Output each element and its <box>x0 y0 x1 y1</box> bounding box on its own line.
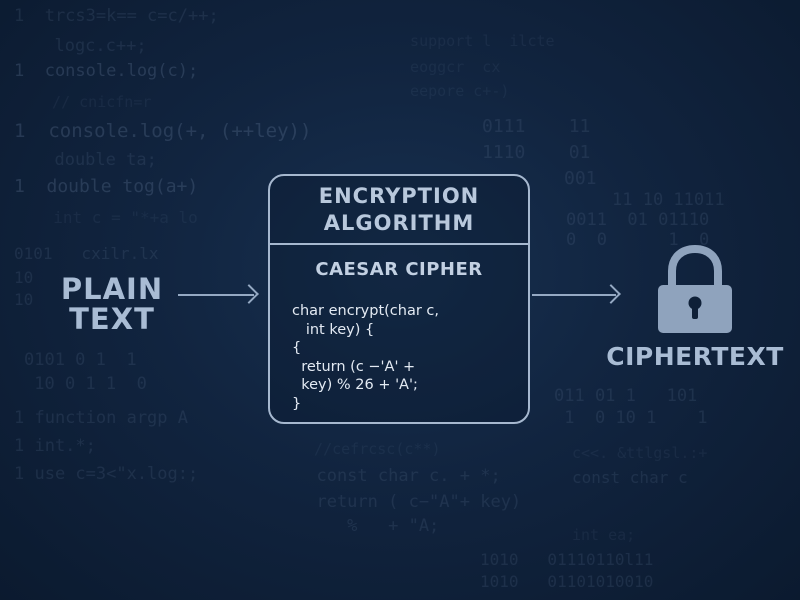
background-code-text: const char c <box>572 468 688 487</box>
background-code-text: 1 0 10 1 1 <box>554 408 708 428</box>
background-code-text: //cefrcsc(c**) <box>296 440 441 458</box>
background-code-text: return ( c−"A"+ key) <box>296 492 522 512</box>
background-code-text: double ta; <box>34 150 157 170</box>
background-code-text: int ea; <box>572 526 636 544</box>
background-code-text: 1 double tog(a+) <box>14 176 199 197</box>
background-code-text: eepore c+-) <box>392 82 510 100</box>
background-code-text: 10 <box>14 290 34 309</box>
background-code-text: support l ilcte <box>392 32 555 50</box>
background-code-text: 11 10 11011 <box>612 190 725 210</box>
background-code-text: 0111 11 <box>482 116 591 137</box>
background-code-text: 1 trcs3=k== c=c/++; <box>14 6 219 26</box>
ciphertext-label: CIPHERTEXT <box>606 342 784 371</box>
code-line: return (c −'A' + <box>292 358 416 375</box>
background-code-text: 0101 cxilr.lx <box>14 244 159 263</box>
background-code-text: eoggcr cx <box>392 58 501 76</box>
background-code-text: 011 01 1 101 <box>554 386 698 406</box>
background-code-text: 001 <box>564 168 597 189</box>
background-code-text: 1 use c=3<"x.log:; <box>14 464 199 484</box>
code-line: key) % 26 + 'A'; <box>292 377 418 393</box>
output-arrow <box>532 294 616 296</box>
background-code-text: const char c. + *; <box>296 466 501 486</box>
background-code-text: logc.c++; <box>34 36 147 56</box>
input-arrow <box>178 294 254 296</box>
plaintext-label: PLAIN TEXT <box>48 274 176 334</box>
background-code-text: 1110 01 <box>482 142 591 163</box>
code-line: { <box>292 340 302 356</box>
algorithm-title-line: ALGORITHM <box>323 210 475 235</box>
background-code-text: 1 console.log(+, (++ley)) <box>14 120 312 142</box>
algorithm-subtitle: CAESAR CIPHER <box>315 259 483 280</box>
background-code-text: 1010 01101010010 <box>480 572 654 591</box>
plaintext-label-line: TEXT <box>69 302 155 336</box>
background-code-text: // cnicfn=r <box>34 93 152 111</box>
background-code-text: 10 <box>14 268 34 287</box>
background-code-text: 1 console.log(c); <box>14 61 199 81</box>
plaintext-label-line: PLAIN <box>60 272 164 306</box>
background-code-text: % + "A; <box>296 516 440 536</box>
code-line: } <box>292 395 302 412</box>
encryption-algorithm-box: ENCRYPTION ALGORITHM CAESAR CIPHER char … <box>268 174 530 424</box>
background-code-text: 1010 01110110l11 <box>480 550 654 569</box>
background-code-text: 10 0 1 1 0 <box>24 374 147 394</box>
code-line: int key) { <box>292 321 375 338</box>
background-code-text: 0011 01 01110 <box>566 210 710 230</box>
background-code-text: 1 int.*; <box>14 436 96 456</box>
algorithm-header: ENCRYPTION ALGORITHM <box>270 176 528 245</box>
diagram-canvas: 1 trcs3=k== c=c/++; logc.c++; 1 console.… <box>0 0 800 600</box>
algorithm-code-block: char encrypt(char c, int key) { { return … <box>292 302 439 413</box>
background-code-text: c<<. &ttlgsl.:+ <box>572 444 708 462</box>
background-code-text: 1 function argp A <box>14 408 188 428</box>
background-code-text: 0101 0 1 1 <box>24 350 137 370</box>
algorithm-title-line: ENCRYPTION <box>318 183 480 208</box>
background-code-text: int c = "*+a lo <box>34 208 198 227</box>
padlock-icon <box>658 245 732 333</box>
code-line: char encrypt(char c, <box>292 303 439 319</box>
